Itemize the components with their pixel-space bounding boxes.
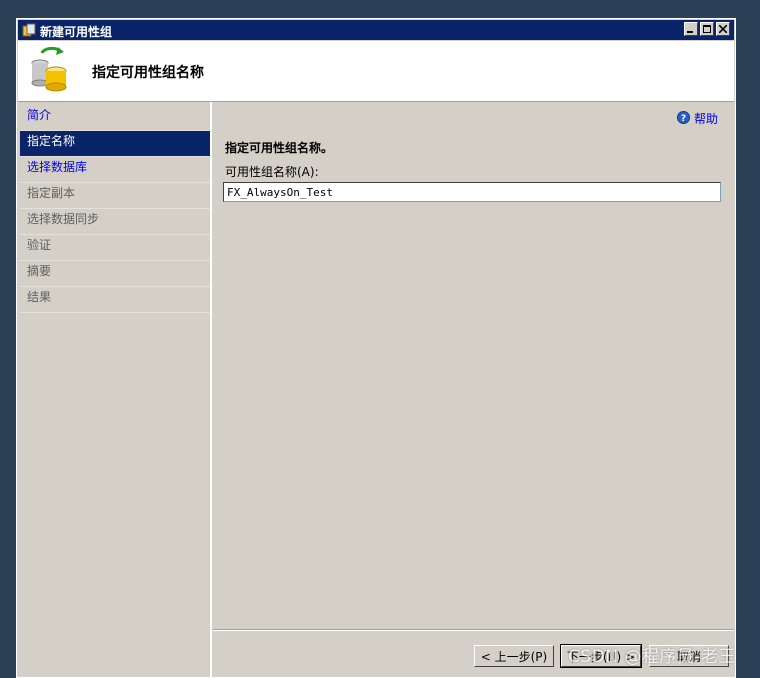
minimize-button[interactable] xyxy=(684,22,698,36)
nav-item-specify-replicas: 指定副本 xyxy=(20,183,210,209)
svg-text:?: ? xyxy=(681,114,686,124)
maximize-button[interactable] xyxy=(700,22,714,36)
wizard-content: ? 帮助 指定可用性组名称。 可用性组名称(A): < 上一步(P) 下一步(N… xyxy=(213,102,734,677)
help-label: 帮助 xyxy=(693,112,718,126)
close-button[interactable] xyxy=(716,22,730,36)
availability-group-name-input[interactable] xyxy=(223,182,721,202)
watermark: CSDN @程序员-老王 xyxy=(568,647,737,667)
wizard-sidebar: 简介 指定名称 选择数据库 指定副本 选择数据同步 验证 摘要 结果 xyxy=(18,102,212,677)
wizard-header: 指定可用性组名称 xyxy=(18,41,734,102)
nav-item-specify-name[interactable]: 指定名称 xyxy=(20,131,210,157)
title-bar[interactable]: 新建可用性组 xyxy=(18,20,734,40)
page-title: 指定可用性组名称 xyxy=(92,65,204,81)
nav-item-data-sync: 选择数据同步 xyxy=(20,209,210,235)
section-title: 指定可用性组名称。 xyxy=(225,141,334,155)
nav-item-validation: 验证 xyxy=(20,235,210,261)
window-title: 新建可用性组 xyxy=(40,25,113,39)
app-icon xyxy=(22,23,36,40)
database-sync-icon xyxy=(30,46,70,96)
help-icon: ? xyxy=(676,110,690,127)
nav-item-summary: 摘要 xyxy=(20,261,210,287)
wizard-window: 新建可用性组 指定可用性组名称 简介 指定名称 选择数据库 指定副本 选择数据同… xyxy=(16,18,736,678)
nav-item-select-databases[interactable]: 选择数据库 xyxy=(20,157,210,183)
field-label: 可用性组名称(A): xyxy=(225,165,319,179)
nav-item-intro[interactable]: 简介 xyxy=(20,105,210,131)
footer-divider xyxy=(213,629,734,631)
help-link[interactable]: ? 帮助 xyxy=(676,110,718,127)
previous-button[interactable]: < 上一步(P) xyxy=(474,645,554,667)
nav-item-results: 结果 xyxy=(20,287,210,313)
